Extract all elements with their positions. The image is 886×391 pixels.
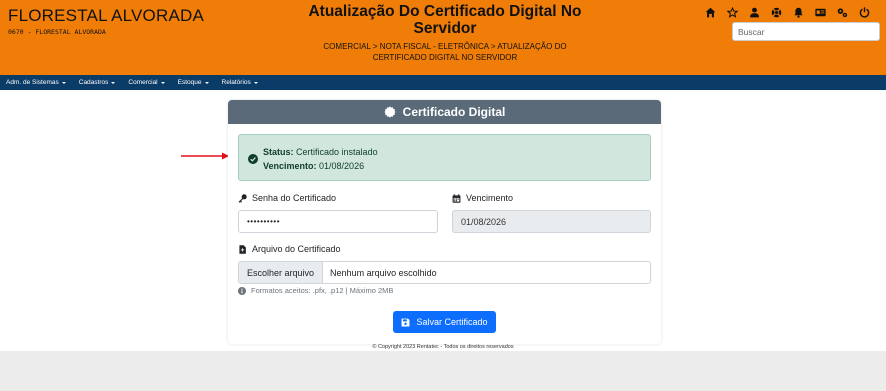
bell-icon[interactable] [792, 6, 804, 18]
expiry-value: 01/08/2026 [319, 161, 365, 171]
expiry-label: Vencimento: [263, 161, 317, 171]
nav-item-label: Estoque [177, 79, 202, 86]
certificate-card: Certificado Digital Status: Certificado … [228, 100, 661, 344]
footer-band [0, 351, 886, 391]
power-icon[interactable] [858, 6, 870, 18]
caret-down-icon [111, 81, 116, 84]
file-label-text: Arquivo do Certificado [252, 244, 341, 254]
main-nav: Adm. de Sistemas Cadastros Comercial Est… [0, 75, 886, 90]
badge-certificate-icon [384, 106, 396, 118]
save-icon [402, 318, 410, 326]
breadcrumb: COMERCIAL > NOTA FISCAL - ELETRÔNICA > A… [323, 42, 567, 62]
status-value: Certificado instalado [296, 147, 378, 157]
status-alert: Status: Certificado instalado Vencimento… [238, 134, 651, 181]
nav-item-relatorios[interactable]: Relatórios [222, 79, 258, 86]
file-icon [239, 244, 246, 254]
expiry-field: 01/08/2026 [452, 210, 651, 233]
status-label: Status: [263, 147, 294, 157]
nav-item-adm-sistemas[interactable]: Adm. de Sistemas [6, 79, 66, 86]
file-input[interactable]: Escolher arquivo Nenhum arquivo escolhid… [238, 261, 651, 284]
card-header: Certificado Digital [228, 100, 661, 124]
password-field[interactable]: •••••••••• [238, 210, 438, 233]
card-title: Certificado Digital [402, 105, 506, 119]
expiry-field-value: 01/08/2026 [461, 216, 507, 227]
id-card-icon[interactable] [814, 6, 826, 18]
star-icon[interactable] [726, 6, 738, 18]
red-arrow-annotation [181, 152, 229, 160]
settings-icon[interactable] [836, 6, 848, 18]
info-icon [238, 286, 246, 295]
nav-item-label: Cadastros [78, 79, 109, 86]
support-icon[interactable] [770, 6, 782, 18]
search-input[interactable] [732, 22, 880, 41]
user-icon[interactable] [748, 6, 760, 18]
file-help: Formatos aceitos: .pfx, .p12 | Máximo 2M… [238, 286, 393, 295]
header-toolbar [704, 6, 870, 18]
password-label-text: Senha do Certificado [252, 193, 337, 203]
choose-file-button[interactable]: Escolher arquivo [239, 262, 324, 283]
caret-down-icon [204, 81, 209, 84]
top-header: FLORESTAL ALVORADA 0670 - FLORESTAL ALVO… [0, 0, 886, 75]
file-label: Arquivo do Certificado [238, 244, 341, 254]
password-value: •••••••••• [247, 217, 281, 226]
status-lines: Status: Certificado instalado Vencimento… [263, 145, 378, 173]
save-certificate-button[interactable]: Salvar Certificado [393, 311, 496, 333]
copyright: © Copyright 2023 Rentatec - Todos os dir… [372, 344, 514, 350]
key-icon [238, 193, 247, 203]
caret-down-icon [160, 81, 165, 84]
home-icon[interactable] [704, 6, 716, 18]
nav-item-comercial[interactable]: Comercial [128, 79, 165, 86]
expiry-field-label-text: Vencimento [466, 193, 514, 203]
file-status-text: Nenhum arquivo escolhido [330, 267, 437, 278]
caret-down-icon [61, 81, 66, 84]
nav-item-label: Comercial [128, 79, 158, 86]
calendar-icon [452, 193, 461, 203]
nav-item-label: Relatórios [221, 79, 251, 86]
company-name: FLORESTAL ALVORADA [8, 6, 205, 25]
file-help-text: Formatos aceitos: .pfx, .p12 | Máximo 2M… [251, 286, 394, 295]
expiry-field-label: Vencimento [452, 193, 513, 203]
nav-item-estoque[interactable]: Estoque [178, 79, 209, 86]
check-circle-icon [248, 154, 258, 164]
page-title: Atualização Do Certificado Digital No Se… [308, 3, 582, 37]
save-button-label: Salvar Certificado [416, 317, 488, 327]
caret-down-icon [253, 81, 258, 84]
nav-item-label: Adm. de Sistemas [6, 79, 59, 86]
password-label: Senha do Certificado [238, 193, 336, 203]
nav-item-cadastros[interactable]: Cadastros [79, 79, 116, 86]
company-code: 0670 - FLORESTAL ALVORADA [8, 28, 106, 36]
